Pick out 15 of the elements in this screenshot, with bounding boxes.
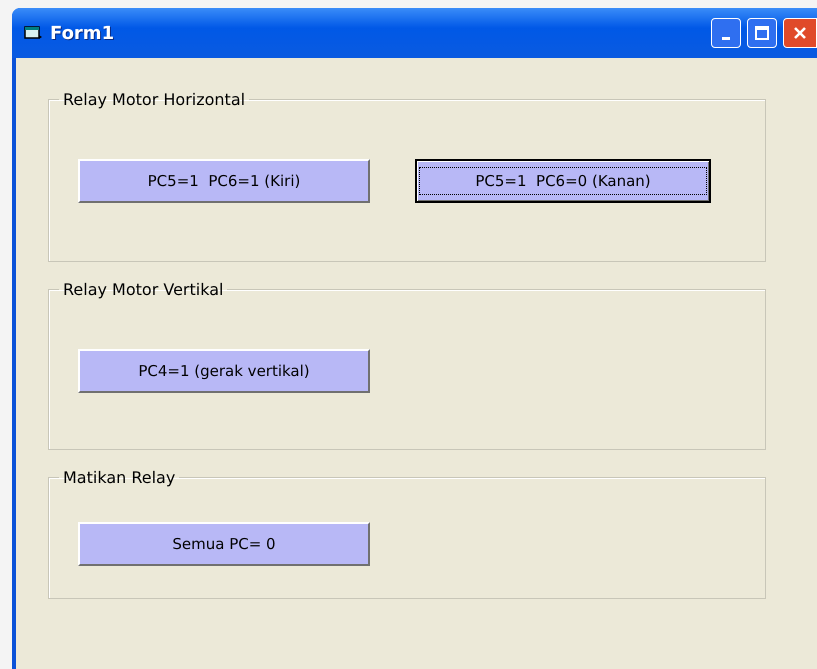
minimize-icon bbox=[722, 36, 730, 40]
window-title: Form1 bbox=[50, 22, 116, 44]
command-button[interactable]: Semua PC= 0 bbox=[78, 522, 370, 566]
group-title: Matikan Relay bbox=[62, 468, 176, 487]
command-button[interactable]: PC5=1 PC6=0 (Kanan) bbox=[415, 159, 711, 203]
maximize-button[interactable] bbox=[747, 18, 777, 48]
command-button[interactable]: PC5=1 PC6=1 (Kiri) bbox=[78, 159, 370, 203]
minimize-button[interactable] bbox=[711, 18, 741, 48]
maximize-icon bbox=[754, 25, 770, 41]
close-icon bbox=[792, 25, 808, 41]
group-title: Relay Motor Horizontal bbox=[62, 90, 246, 109]
command-button[interactable]: PC4=1 (gerak vertikal) bbox=[78, 349, 370, 393]
form-icon bbox=[24, 26, 42, 40]
close-button[interactable] bbox=[783, 18, 817, 48]
group-title: Relay Motor Vertikal bbox=[62, 280, 224, 299]
